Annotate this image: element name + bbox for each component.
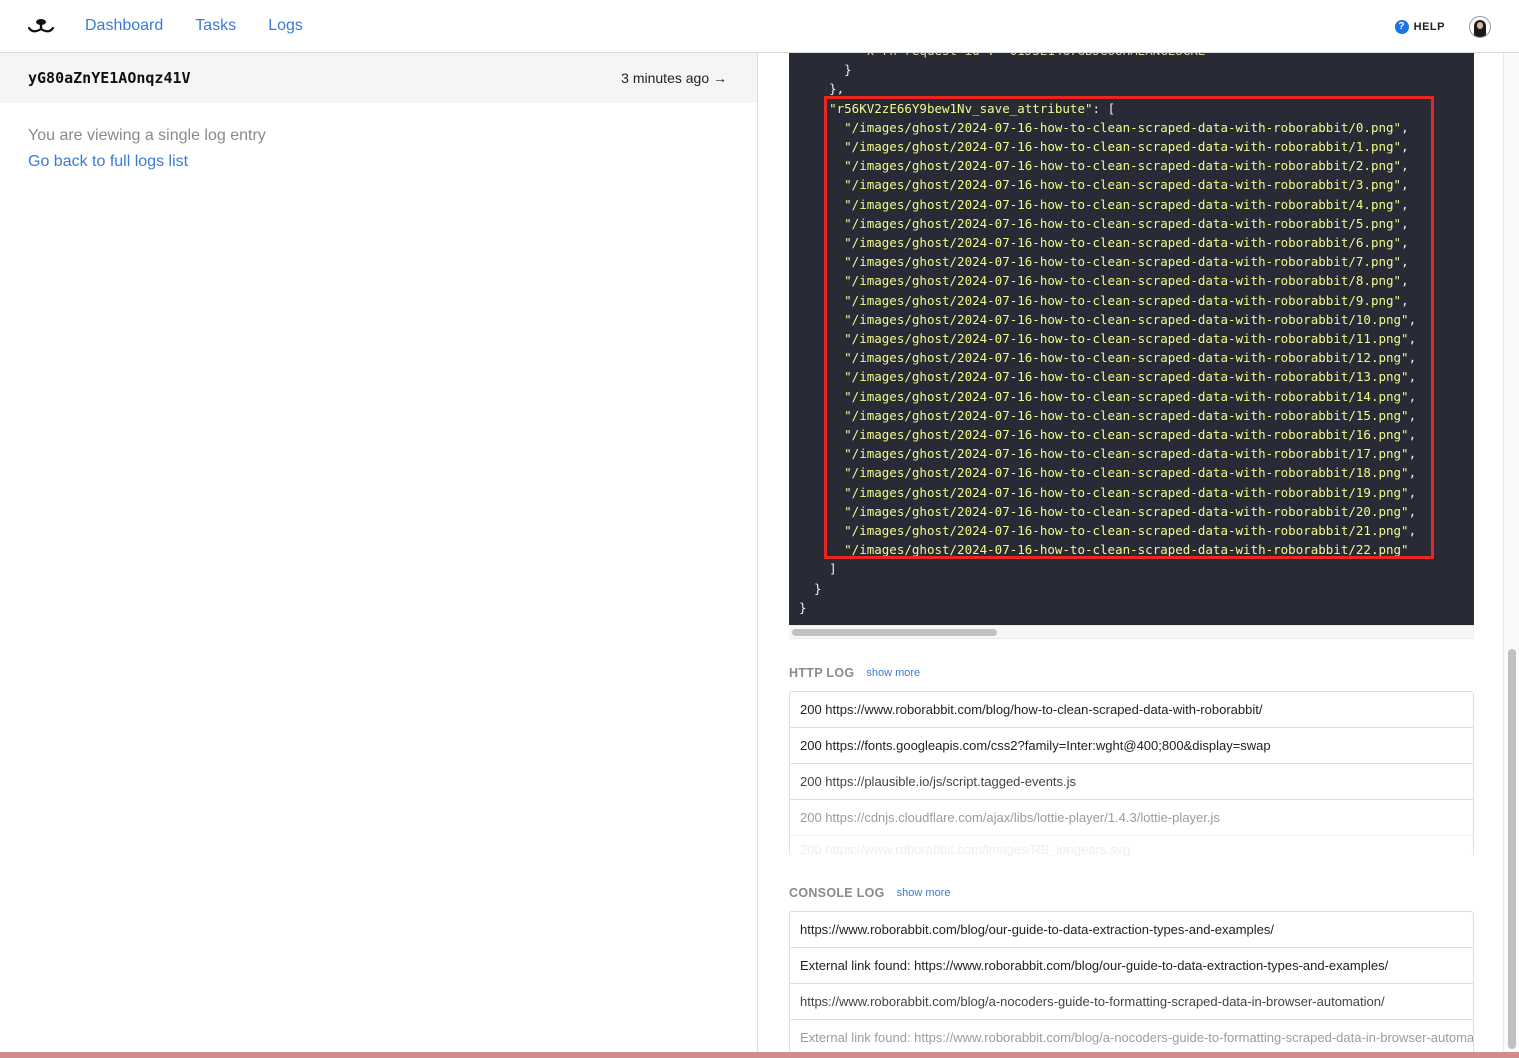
single-entry-note: You are viewing a single log entry (28, 127, 266, 144)
code-line-value: "/images/ghost/2024-07-16-how-to-clean-s… (844, 465, 1417, 481)
http-log-row[interactable]: 200 https://cdnjs.cloudflare.com/ajax/li… (790, 800, 1473, 836)
page-scrollbar-thumb[interactable] (1508, 649, 1516, 1049)
code-line-value: "/images/ghost/2024-07-16-how-to-clean-s… (844, 503, 1417, 519)
code-line-value: "/images/ghost/2024-07-16-how-to-clean-s… (844, 427, 1417, 443)
http-log-list: 200 https://www.roborabbit.com/blog/how-… (789, 691, 1474, 856)
nav-right: ? HELP (1394, 0, 1491, 53)
user-avatar[interactable] (1469, 15, 1491, 38)
code-line-value: "/images/ghost/2024-07-16-how-to-clean-s… (844, 158, 1409, 174)
code-line-value: "/images/ghost/2024-07-16-how-to-clean-s… (844, 139, 1409, 155)
log-entry-header: yG80aZnYE1AOnqz41V 3 minutes ago → (0, 53, 757, 103)
code-line-value: "/images/ghost/2024-07-16-how-to-clean-s… (844, 523, 1417, 539)
code-line-value: "/images/ghost/2024-07-16-how-to-clean-s… (844, 292, 1409, 308)
nav-tasks[interactable]: Tasks (195, 17, 236, 35)
code-line-value: "/images/ghost/2024-07-16-how-to-clean-s… (844, 196, 1409, 212)
page-vertical-scrollbar[interactable] (1503, 53, 1519, 1053)
code-line-value: "/images/ghost/2024-07-16-how-to-clean-s… (844, 388, 1417, 404)
code-line: } (799, 580, 822, 596)
code-line: ] (799, 561, 837, 577)
console-log-title: CONSOLE LOG (789, 886, 885, 900)
code-line-value: "/images/ghost/2024-07-16-how-to-clean-s… (844, 119, 1409, 135)
log-detail-panel: "x-rh-request-id": "01J3E14G7GBJG88HMEXN… (759, 53, 1519, 1058)
code-scrollbar-thumb[interactable] (792, 629, 997, 636)
json-output-block: "x-rh-request-id": "01J3E14G7GBJG88HMEXN… (789, 53, 1474, 625)
help-icon: ? (1394, 19, 1409, 34)
code-line-value: "/images/ghost/2024-07-16-how-to-clean-s… (844, 446, 1417, 462)
code-line-value: "/images/ghost/2024-07-16-how-to-clean-s… (844, 254, 1409, 270)
code-line-value: "/images/ghost/2024-07-16-how-to-clean-s… (844, 484, 1417, 500)
http-log-show-more[interactable]: show more (866, 667, 920, 679)
json-code: "x-rh-request-id": "01J3E14G7GBJG88HMEXN… (799, 53, 1416, 617)
http-log-row[interactable]: 200 https://www.roborabbit.com/blog/how-… (790, 692, 1473, 728)
code-line-value: "/images/ghost/2024-07-16-how-to-clean-s… (844, 350, 1417, 366)
code-line-value: "/images/ghost/2024-07-16-how-to-clean-s… (844, 215, 1409, 231)
nav-logs[interactable]: Logs (268, 17, 303, 35)
code-line-value: "/images/ghost/2024-07-16-how-to-clean-s… (844, 407, 1417, 423)
console-log-show-more[interactable]: show more (897, 887, 951, 899)
code-line-key: "r56KV2zE66Y9bew1Nv_save_attribute": [ (829, 100, 1116, 116)
code-line-value: "/images/ghost/2024-07-16-how-to-clean-s… (844, 235, 1409, 251)
code-line-value: "/images/ghost/2024-07-16-how-to-clean-s… (844, 369, 1417, 385)
code-horizontal-scrollbar[interactable] (789, 625, 1474, 639)
log-entry-id: yG80aZnYE1AOnqz41V (28, 69, 191, 87)
code-line-partial: "x-rh-request-id": "01J3E14G7GBJG88HMEXN… (799, 53, 1416, 60)
code-line-value: "/images/ghost/2024-07-16-how-to-clean-s… (844, 331, 1417, 347)
console-log-row[interactable]: https://www.roborabbit.com/blog/a-nocode… (790, 984, 1473, 1020)
code-line-value: "/images/ghost/2024-07-16-how-to-clean-s… (844, 273, 1409, 289)
code-line-value: "/images/ghost/2024-07-16-how-to-clean-s… (844, 311, 1417, 327)
help-label: HELP (1413, 20, 1445, 33)
http-log-title: HTTP LOG (789, 666, 855, 680)
rabbit-logo-icon[interactable] (27, 16, 55, 36)
console-log-row[interactable]: External link found: https://www.roborab… (790, 1020, 1473, 1056)
log-entry-time-link[interactable]: 3 minutes ago → (621, 70, 727, 86)
log-entry-panel: yG80aZnYE1AOnqz41V 3 minutes ago → You a… (0, 53, 758, 1058)
console-log-list: https://www.roborabbit.com/blog/our-guid… (789, 911, 1474, 1056)
code-line: }, (799, 81, 845, 97)
nav-links: Dashboard Tasks Logs (85, 17, 303, 35)
help-button[interactable]: ? HELP (1394, 19, 1445, 34)
http-log-header: HTTP LOG show more (789, 666, 920, 680)
back-to-logs-link[interactable]: Go back to full logs list (28, 153, 757, 171)
http-log-row[interactable]: 200 https://plausible.io/js/script.tagge… (790, 764, 1473, 800)
avatar-face (1477, 21, 1483, 29)
http-log-row[interactable]: 200 https://fonts.googleapis.com/css2?fa… (790, 728, 1473, 764)
code-line: } (799, 599, 807, 615)
console-log-row[interactable]: https://www.roborabbit.com/blog/our-guid… (790, 912, 1473, 948)
console-log-row[interactable]: External link found: https://www.roborab… (790, 948, 1473, 984)
top-navigation: Dashboard Tasks Logs ? HELP (0, 0, 1519, 53)
http-log-row[interactable]: 200 https://www.roborabbit.com/images/RB… (790, 836, 1473, 856)
nav-dashboard[interactable]: Dashboard (85, 17, 163, 35)
console-log-header: CONSOLE LOG show more (789, 886, 950, 900)
code-line-value: "/images/ghost/2024-07-16-how-to-clean-s… (844, 542, 1409, 558)
code-line: } (799, 62, 852, 78)
bottom-strip (0, 1052, 1519, 1058)
code-line-value: "/images/ghost/2024-07-16-how-to-clean-s… (844, 177, 1409, 193)
